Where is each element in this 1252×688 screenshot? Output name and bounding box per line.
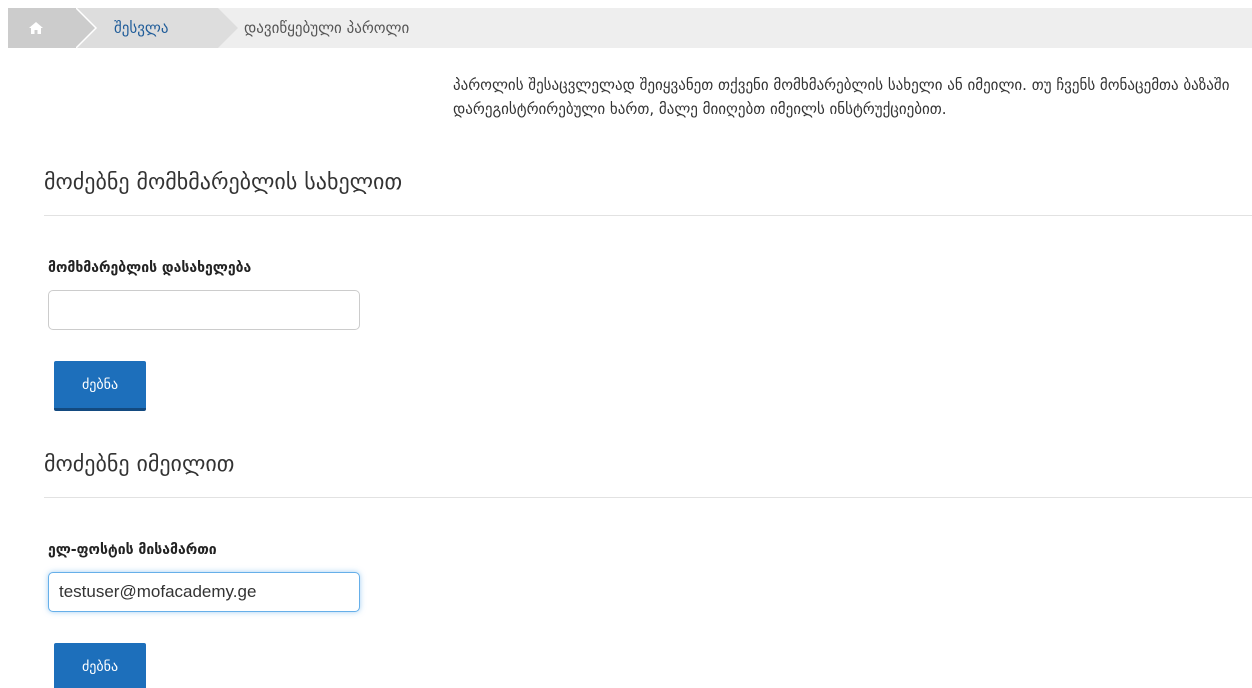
instructions-text: პაროლის შესაცვლელად შეიყვანეთ თქვენი მომ… [453,76,1230,118]
username-section-title: მოძებნე მომხმარებლის სახელით [44,170,403,195]
username-section-divider [44,215,1252,216]
email-section-title: მოძებნე იმეილით [44,452,235,477]
username-input[interactable] [48,290,360,330]
email-section-divider [44,497,1252,498]
forgot-password-page: შესვლა დავიწყებული პაროლი პაროლის შესაცვ… [0,0,1252,688]
breadcrumb-current-label: დავიწყებული პაროლი [244,19,410,37]
email-search-button[interactable]: ძებნა [54,643,146,688]
home-icon [29,22,43,34]
username-label: მომხმარებლის დასახელება [48,260,252,276]
email-label: ელ-ფოსტის მისამართი [48,542,217,558]
breadcrumb-login[interactable]: შესვლა [76,8,238,48]
breadcrumb-login-label: შესვლა [114,19,169,37]
username-search-button[interactable]: ძებნა [54,361,146,411]
email-input[interactable] [48,572,360,612]
breadcrumb: შესვლა დავიწყებული პაროლი [8,8,1252,48]
